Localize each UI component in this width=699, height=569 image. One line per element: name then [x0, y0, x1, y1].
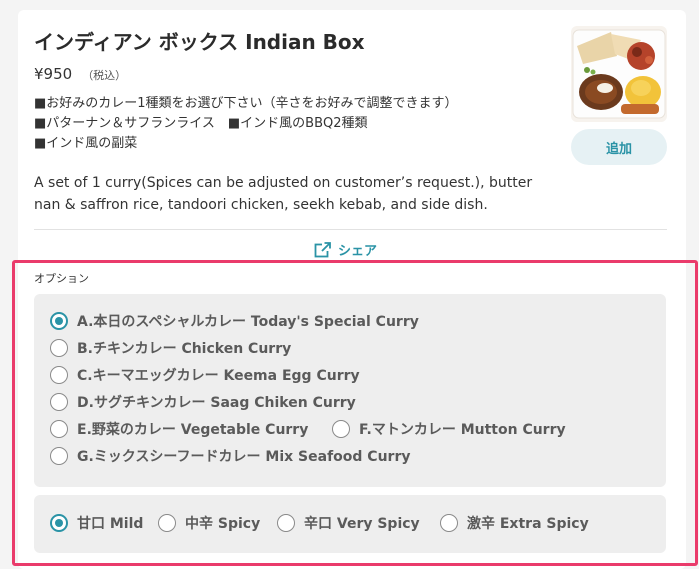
spice-option-mild[interactable]: 甘口 Mild — [50, 513, 143, 533]
option-label: D.サグチキンカレー Saag Chiken Curry — [77, 395, 356, 411]
option-label: 中辛 Spicy — [185, 516, 261, 532]
radio-button-icon[interactable] — [50, 312, 68, 330]
radio-button-icon[interactable] — [50, 514, 68, 532]
curry-option-b[interactable]: B.チキンカレー Chicken Curry — [50, 338, 291, 358]
add-button[interactable]: 追加 — [571, 129, 667, 165]
radio-button-icon[interactable] — [50, 447, 68, 465]
share-label: シェア — [338, 244, 378, 259]
option-label: 辛口 Very Spicy — [304, 516, 420, 532]
option-label: A.本日のスペシャルカレー Today's Special Curry — [77, 314, 419, 330]
option-label: F.マトンカレー Mutton Curry — [359, 422, 566, 438]
curry-option-d[interactable]: D.サグチキンカレー Saag Chiken Curry — [50, 392, 356, 412]
share-button[interactable]: シェア — [314, 240, 377, 259]
radio-button-icon[interactable] — [50, 366, 68, 384]
radio-button-icon[interactable] — [158, 514, 176, 532]
radio-button-icon[interactable] — [440, 514, 458, 532]
options-label: オプション — [34, 272, 89, 285]
option-label: 激辛 Extra Spicy — [467, 516, 589, 532]
radio-button-icon[interactable] — [50, 339, 68, 357]
option-label: 甘口 Mild — [77, 516, 144, 532]
description-ja-line: ■パターナン＆サフランライス ■インド風のBBQ2種類 — [34, 116, 368, 131]
curry-option-a[interactable]: A.本日のスペシャルカレー Today's Special Curry — [50, 311, 419, 331]
description-en: A set of 1 curry(Spices can be adjusted … — [34, 175, 533, 213]
product-price: ¥950 — [34, 65, 73, 83]
external-link-icon — [314, 240, 332, 259]
curry-option-e[interactable]: E.野菜のカレー Vegetable Curry — [50, 419, 308, 439]
radio-button-icon[interactable] — [50, 393, 68, 411]
radio-button-icon[interactable] — [50, 420, 68, 438]
description-ja-line: ■インド風の副菜 — [34, 136, 138, 151]
product-title: インディアン ボックス Indian Box — [34, 30, 365, 54]
radio-button-icon[interactable] — [277, 514, 295, 532]
spice-option-extra-spicy[interactable]: 激辛 Extra Spicy — [440, 513, 589, 533]
spice-option-very-spicy[interactable]: 辛口 Very Spicy — [277, 513, 420, 533]
radio-button-icon[interactable] — [332, 420, 350, 438]
option-label: B.チキンカレー Chicken Curry — [77, 341, 292, 357]
curry-option-g[interactable]: G.ミックスシーフードカレー Mix Seafood Curry — [50, 446, 410, 466]
curry-option-f[interactable]: F.マトンカレー Mutton Curry — [332, 419, 566, 439]
price-row: ¥950 （税込） — [34, 65, 126, 83]
option-label: G.ミックスシーフードカレー Mix Seafood Curry — [77, 449, 411, 465]
description-ja-line: ■お好みのカレー1種類をお選び下さい（辛さをお好みで調整できます） — [34, 96, 458, 111]
indian-box-food-image — [571, 26, 667, 122]
divider — [34, 229, 667, 230]
spice-option-spicy[interactable]: 中辛 Spicy — [158, 513, 260, 533]
option-label: E.野菜のカレー Vegetable Curry — [77, 422, 309, 438]
description-ja: ■お好みのカレー1種類をお選び下さい（辛さをお好みで調整できます） ■パターナン… — [34, 94, 458, 154]
product-image — [571, 26, 667, 122]
curry-option-c[interactable]: C.キーマエッグカレー Keema Egg Curry — [50, 365, 360, 385]
option-label: C.キーマエッグカレー Keema Egg Curry — [77, 368, 360, 384]
tax-note: （税込） — [82, 69, 127, 82]
